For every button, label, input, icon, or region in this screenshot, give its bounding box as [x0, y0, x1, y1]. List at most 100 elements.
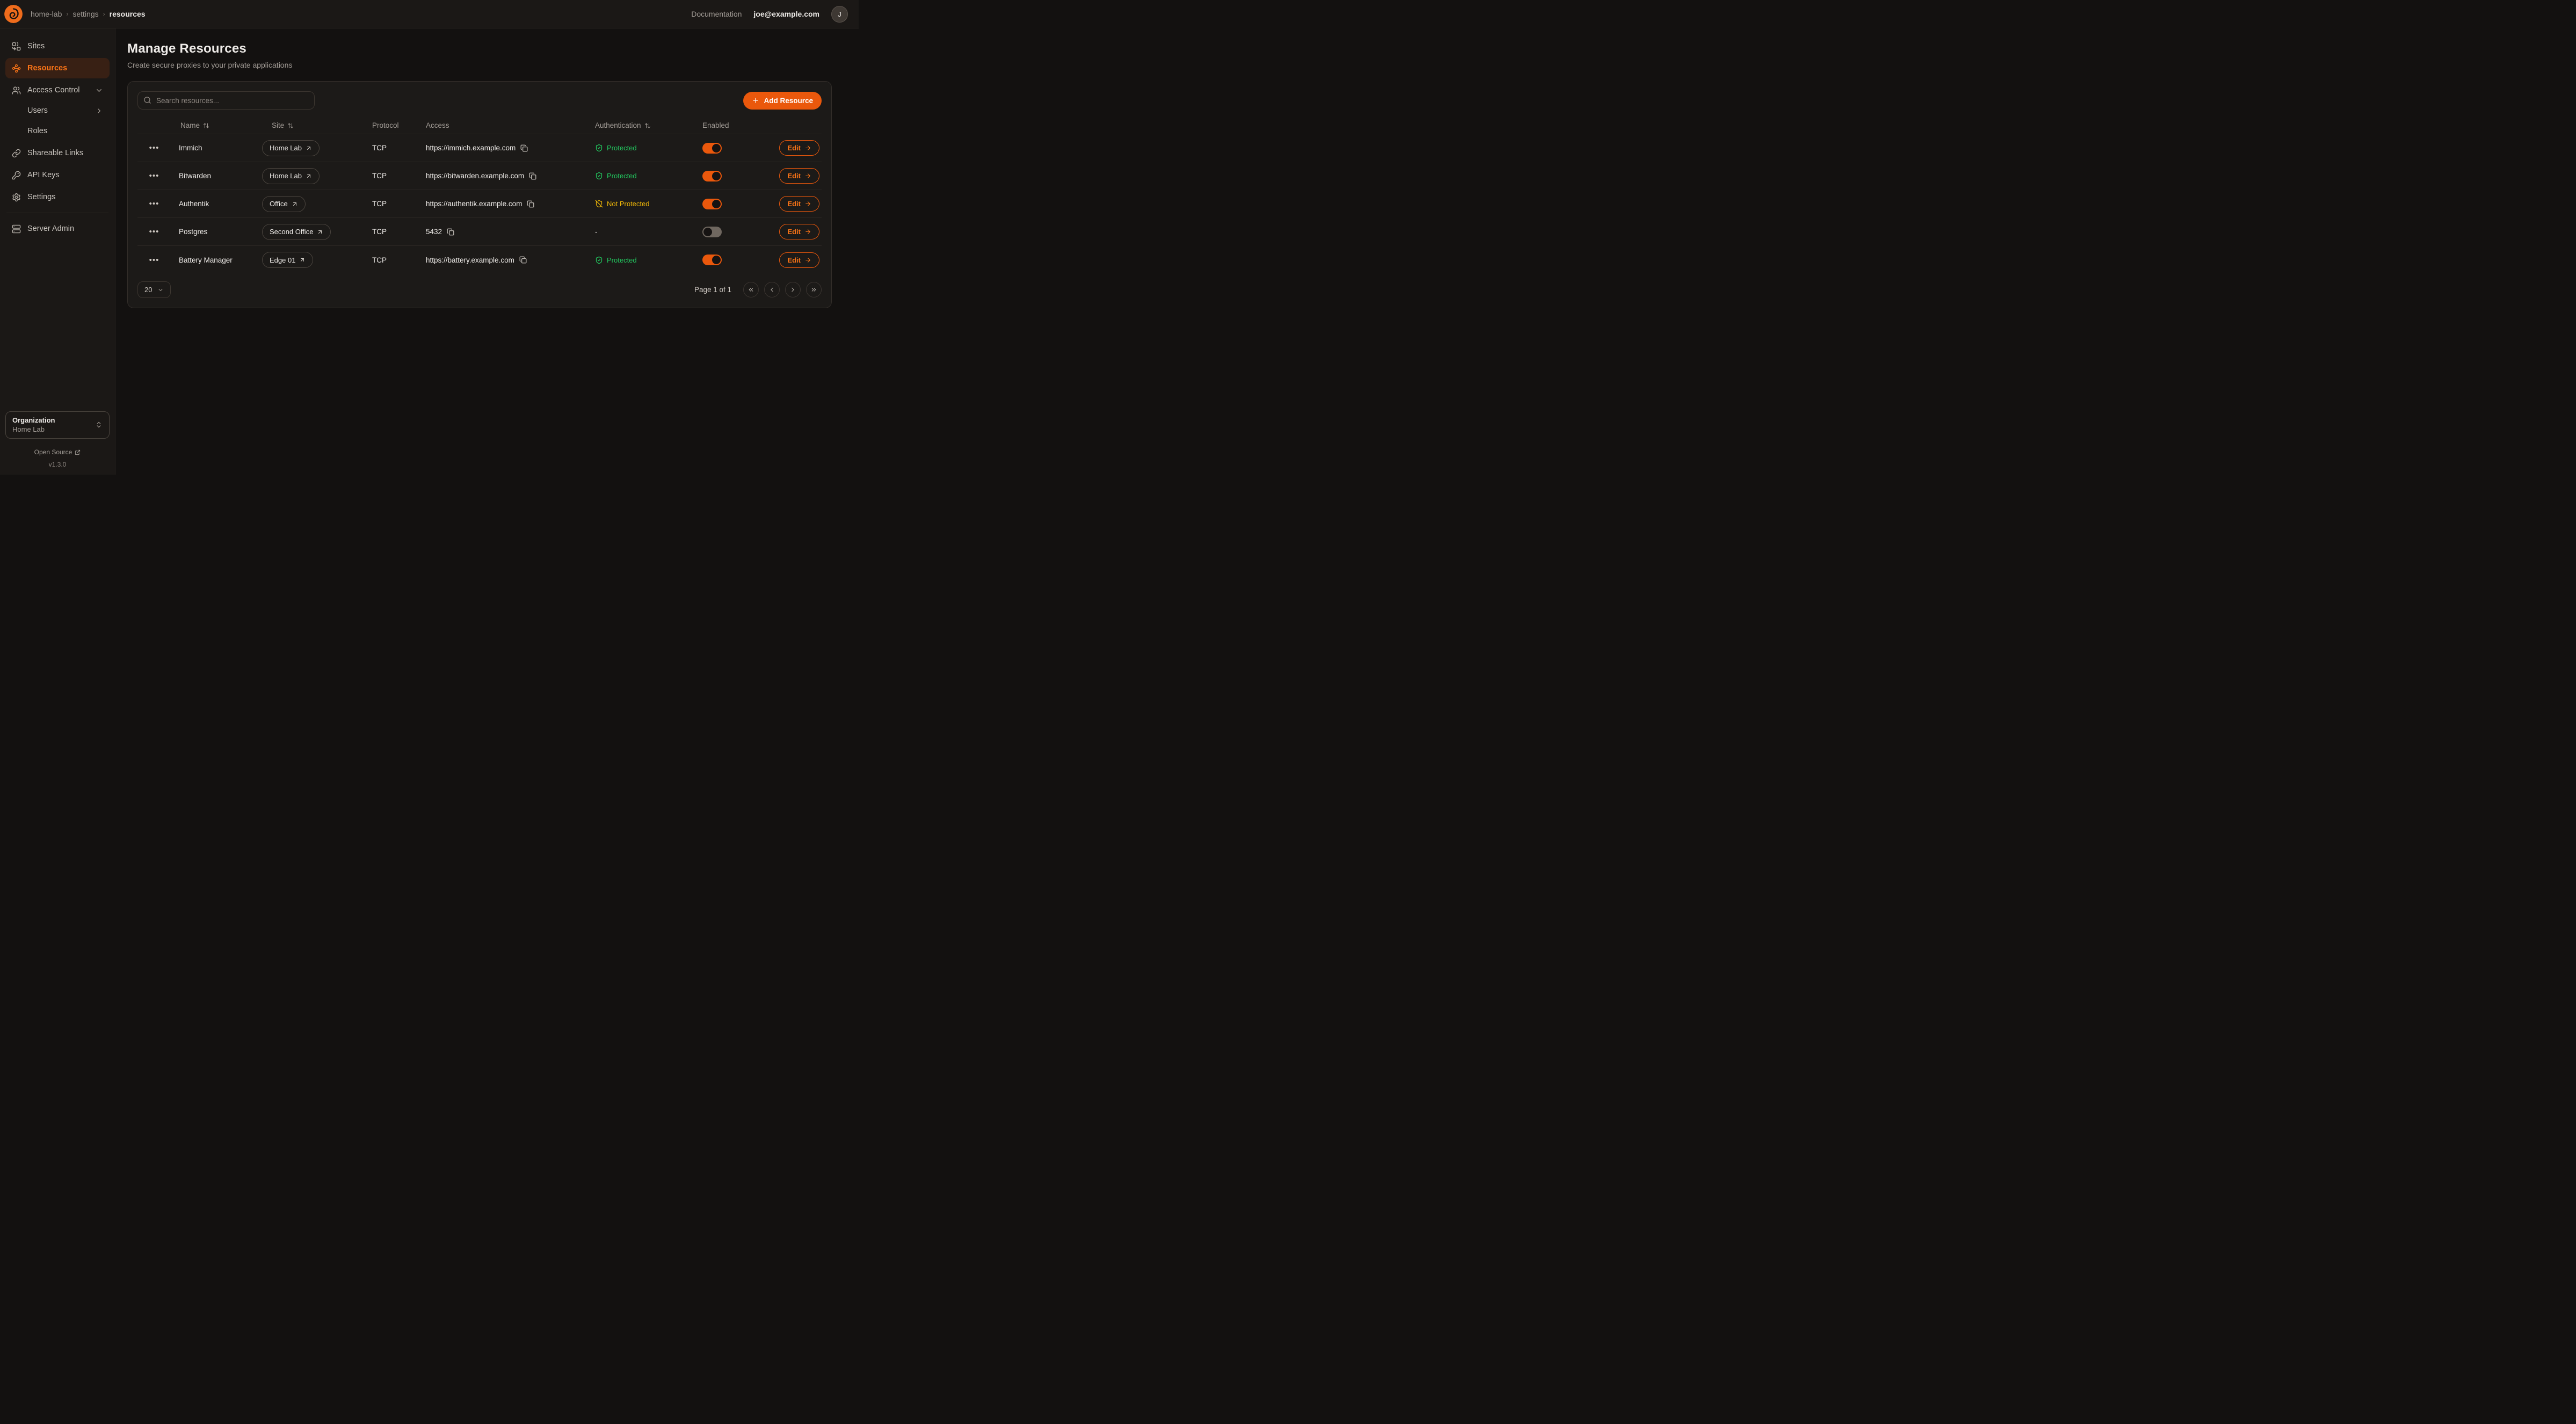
shield-off-icon [595, 200, 603, 208]
sidebar-item-users[interactable]: Users [5, 100, 110, 121]
organization-selector[interactable]: Organization Home Lab [5, 411, 110, 439]
column-header-protocol: Protocol [369, 121, 423, 129]
arrow-up-right-icon [299, 257, 306, 263]
previous-page-button[interactable] [764, 282, 780, 297]
row-menu-button[interactable]: ••• [137, 199, 168, 208]
next-page-button[interactable] [785, 282, 801, 297]
sidebar-item-settings[interactable]: Settings [5, 187, 110, 207]
sidebar-item-api-keys[interactable]: API Keys [5, 165, 110, 185]
sidebar-item-resources[interactable]: Resources [5, 58, 110, 78]
sidebar-item-roles[interactable]: Roles [5, 121, 110, 141]
enabled-toggle[interactable] [702, 227, 722, 237]
sort-icon [203, 122, 209, 129]
arrow-right-icon [804, 257, 811, 264]
breadcrumb-separator-icon: › [66, 10, 68, 18]
open-source-link[interactable]: Open Source [5, 448, 110, 456]
enabled-toggle[interactable] [702, 199, 722, 209]
copy-icon[interactable] [527, 200, 534, 208]
sidebar-item-server-admin[interactable]: Server Admin [5, 219, 110, 239]
sites-icon [12, 42, 21, 51]
avatar[interactable]: J [831, 6, 848, 23]
site-link-button[interactable]: Edge 01 [262, 252, 313, 268]
column-header-access: Access [423, 121, 592, 129]
row-menu-button[interactable]: ••• [137, 171, 168, 180]
copy-icon[interactable] [520, 144, 528, 152]
row-menu-button[interactable]: ••• [137, 227, 168, 236]
edit-button[interactable]: Edit [779, 252, 819, 268]
table-row: ••• Authentik Office TCP https://authent… [137, 190, 822, 218]
resource-protocol: TCP [369, 228, 423, 236]
resource-access-url: https://immich.example.com [426, 144, 516, 152]
resource-access-url: https://authentik.example.com [426, 200, 522, 208]
page-title: Manage Resources [127, 41, 832, 56]
chevrons-left-icon [748, 286, 754, 293]
resource-protocol: TCP [369, 144, 423, 152]
site-link-button[interactable]: Home Lab [262, 140, 320, 156]
last-page-button[interactable] [806, 282, 822, 297]
auth-none-text: - [595, 228, 597, 236]
site-name: Edge 01 [270, 256, 295, 264]
table-row: ••• Postgres Second Office TCP 5432 [137, 218, 822, 246]
resource-access-url: 5432 [426, 228, 442, 236]
add-resource-label: Add Resource [764, 97, 813, 105]
column-header-name[interactable]: Name [168, 121, 259, 129]
app-logo-icon[interactable] [4, 5, 23, 23]
plus-icon [752, 97, 759, 104]
edit-button[interactable]: Edit [779, 168, 819, 184]
resources-card: Add Resource Name Site Protocol A [127, 81, 832, 308]
site-link-button[interactable]: Office [262, 196, 306, 212]
enabled-toggle[interactable] [702, 171, 722, 181]
chevron-down-icon [95, 86, 103, 95]
app-version: v1.3.0 [5, 461, 110, 468]
site-link-button[interactable]: Second Office [262, 224, 331, 240]
edit-label: Edit [787, 144, 801, 152]
row-menu-button[interactable]: ••• [137, 143, 168, 152]
sidebar-item-label: Shareable Links [27, 149, 83, 157]
copy-icon[interactable] [447, 228, 454, 236]
toggle-knob [712, 172, 721, 180]
enabled-toggle[interactable] [702, 143, 722, 154]
edit-label: Edit [787, 228, 801, 236]
sidebar-item-label: Roles [27, 127, 47, 135]
chevrons-up-down-icon [95, 421, 103, 428]
shield-check-icon [595, 256, 603, 264]
gear-icon [12, 193, 21, 202]
search-input[interactable] [137, 91, 315, 110]
resource-name: Battery Manager [168, 256, 259, 264]
link-icon [12, 149, 21, 158]
copy-icon[interactable] [529, 172, 536, 180]
topbar: home-lab › settings › resources Document… [0, 0, 859, 28]
edit-button[interactable]: Edit [779, 196, 819, 212]
sidebar-item-shareable-links[interactable]: Shareable Links [5, 143, 110, 163]
edit-button[interactable]: Edit [779, 224, 819, 239]
breadcrumb-org[interactable]: home-lab [31, 10, 62, 18]
column-header-authentication[interactable]: Authentication [592, 121, 699, 129]
resource-access-url: https://battery.example.com [426, 256, 514, 264]
row-menu-button[interactable]: ••• [137, 256, 168, 265]
site-name: Home Lab [270, 144, 302, 152]
add-resource-button[interactable]: Add Resource [743, 92, 822, 110]
site-link-button[interactable]: Home Lab [262, 168, 320, 184]
sidebar-item-label: Server Admin [27, 224, 74, 233]
documentation-link[interactable]: Documentation [691, 10, 742, 18]
edit-button[interactable]: Edit [779, 140, 819, 156]
table-row: ••• Battery Manager Edge 01 TCP https://… [137, 246, 822, 274]
sidebar-item-sites[interactable]: Sites [5, 36, 110, 56]
table-row: ••• Bitwarden Home Lab TCP https://bitwa… [137, 162, 822, 190]
user-email[interactable]: joe@example.com [753, 10, 819, 18]
auth-protected-badge: Protected [595, 256, 637, 264]
search-box [137, 91, 315, 110]
sidebar-item-access-control[interactable]: Access Control [5, 80, 110, 100]
resource-protocol: TCP [369, 200, 423, 208]
table-header: Name Site Protocol Access Authentication… [137, 120, 822, 134]
auth-status-text: Not Protected [607, 200, 650, 208]
auth-status-text: Protected [607, 144, 637, 152]
page-size-select[interactable]: 20 [137, 281, 171, 298]
column-header-site[interactable]: Site [259, 121, 369, 129]
column-header-enabled: Enabled [699, 121, 761, 129]
enabled-toggle[interactable] [702, 255, 722, 265]
first-page-button[interactable] [743, 282, 759, 297]
breadcrumb-settings[interactable]: settings [72, 10, 98, 18]
sidebar-item-label: Settings [27, 193, 55, 201]
copy-icon[interactable] [519, 256, 527, 264]
